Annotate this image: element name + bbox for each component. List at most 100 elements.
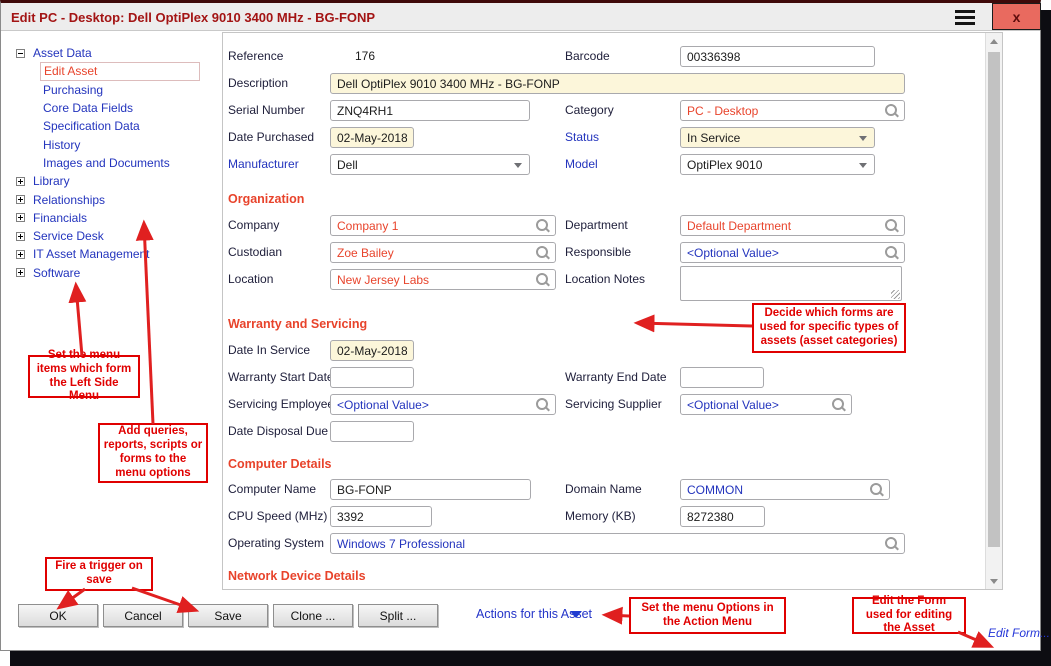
operating-system-lookup[interactable]: Windows 7 Professional — [330, 533, 905, 554]
chevron-down-icon[interactable] — [859, 136, 867, 141]
window-shadow-bottom — [10, 650, 1051, 666]
sidebar-item-service-desk[interactable]: Service Desk — [12, 227, 217, 245]
search-icon[interactable] — [885, 537, 899, 551]
responsible-lookup[interactable]: <Optional Value> — [680, 242, 905, 263]
servicing-supplier-lookup[interactable]: <Optional Value> — [680, 394, 852, 415]
clone-button[interactable]: Clone ... — [273, 604, 353, 627]
arrow-up-icon[interactable] — [986, 33, 1002, 49]
search-icon[interactable] — [536, 246, 550, 260]
sidebar-item-software[interactable]: Software — [12, 264, 217, 282]
resize-grip-icon[interactable] — [891, 290, 900, 299]
domain-name-label: Domain Name — [565, 482, 642, 496]
servicing-employee-lookup[interactable]: <Optional Value> — [330, 394, 556, 415]
model-dropdown[interactable]: OptiPlex 9010 — [680, 154, 875, 175]
barcode-input[interactable]: 00336398 — [680, 46, 875, 67]
cpu-speed-input[interactable]: 3392 — [330, 506, 432, 527]
close-button[interactable]: x — [992, 3, 1041, 30]
sidebar-item-it-asset-management[interactable]: IT Asset Management — [12, 245, 217, 263]
manufacturer-dropdown[interactable]: Dell — [330, 154, 530, 175]
triangle-down-icon[interactable] — [570, 611, 582, 618]
arrow-down-icon[interactable] — [986, 573, 1002, 589]
date-in-service-input[interactable]: 02-May-2018 — [330, 340, 414, 361]
domain-name-lookup[interactable]: COMMON — [680, 479, 890, 500]
search-icon[interactable] — [885, 219, 899, 233]
cpu-speed-label: CPU Speed (MHz) — [228, 509, 327, 523]
servicing-supplier-label: Servicing Supplier — [565, 397, 662, 411]
reference-value: 176 — [355, 49, 375, 63]
network-details-header: Network Device Details — [228, 569, 366, 583]
search-icon[interactable] — [536, 219, 550, 233]
search-icon[interactable] — [832, 398, 846, 412]
warranty-header: Warranty and Servicing — [228, 317, 367, 331]
chevron-down-icon[interactable] — [514, 163, 522, 168]
callout-add-queries: Add queries, reports, scripts or forms t… — [98, 423, 208, 483]
ok-button[interactable]: OK — [18, 604, 98, 627]
serial-number-input[interactable]: ZNQ4RH1 — [330, 100, 530, 121]
window-title: Edit PC - Desktop: Dell OptiPlex 9010 34… — [11, 10, 375, 25]
sidebar-item-images-and-documents[interactable]: Images and Documents — [40, 154, 200, 172]
split-button[interactable]: Split ... — [358, 604, 438, 627]
warranty-end-date-input[interactable] — [680, 367, 764, 388]
sidebar-item-relationships[interactable]: Relationships — [12, 190, 217, 208]
sidebar-item-history[interactable]: History — [40, 135, 200, 153]
warranty-end-date-label: Warranty End Date — [565, 370, 667, 384]
operating-system-label: Operating System — [228, 536, 324, 550]
plus-box-icon[interactable] — [16, 250, 25, 259]
date-in-service-label: Date In Service — [228, 343, 310, 357]
location-lookup[interactable]: New Jersey Labs — [330, 269, 556, 290]
date-disposal-due-input[interactable] — [330, 421, 414, 442]
category-label: Category — [565, 103, 614, 117]
sidebar-item-purchasing[interactable]: Purchasing — [40, 81, 200, 99]
plus-box-icon[interactable] — [16, 268, 25, 277]
sidebar-item-financials[interactable]: Financials — [12, 209, 217, 227]
custodian-lookup[interactable]: Zoe Bailey — [330, 242, 556, 263]
computer-details-header: Computer Details — [228, 457, 332, 471]
plus-box-icon[interactable] — [16, 177, 25, 186]
search-icon[interactable] — [885, 104, 899, 118]
screenshot-stage: Edit PC - Desktop: Dell OptiPlex 9010 34… — [0, 0, 1051, 666]
location-notes-label: Location Notes — [565, 272, 645, 286]
search-icon[interactable] — [536, 398, 550, 412]
window-shadow-right — [1040, 10, 1051, 666]
sidebar-item-asset-data[interactable]: Asset Data — [12, 44, 217, 62]
sidebar-item-core-data-fields[interactable]: Core Data Fields — [40, 99, 200, 117]
plus-box-icon[interactable] — [16, 232, 25, 241]
cancel-button[interactable]: Cancel — [103, 604, 183, 627]
sidebar-tree: Asset Data Edit Asset Purchasing Core Da… — [12, 44, 217, 282]
computer-name-label: Computer Name — [228, 482, 316, 496]
scrollbar-thumb[interactable] — [988, 52, 1000, 547]
warranty-start-date-label: Warranty Start Date — [228, 370, 334, 384]
computer-name-input[interactable]: BG-FONP — [330, 479, 531, 500]
plus-box-icon[interactable] — [16, 195, 25, 204]
memory-input[interactable]: 8272380 — [680, 506, 765, 527]
save-button[interactable]: Save — [188, 604, 268, 627]
sidebar-item-edit-asset[interactable]: Edit Asset — [40, 62, 200, 80]
search-icon[interactable] — [885, 246, 899, 260]
chevron-down-icon[interactable] — [859, 163, 867, 168]
callout-action-menu: Set the menu Options in the Action Menu — [629, 597, 786, 634]
date-purchased-input[interactable]: 02-May-2018 — [330, 127, 414, 148]
callout-edit-form: Edit the Form used for editing the Asset — [852, 597, 966, 634]
sidebar-item-specification-data[interactable]: Specification Data — [40, 117, 200, 135]
plus-box-icon[interactable] — [16, 213, 25, 222]
hamburger-icon[interactable] — [952, 9, 978, 26]
category-lookup[interactable]: PC - Desktop — [680, 100, 905, 121]
form-scrollbar[interactable] — [985, 33, 1002, 589]
close-icon: x — [1013, 9, 1021, 25]
minus-box-icon[interactable] — [16, 49, 25, 58]
company-lookup[interactable]: Company 1 — [330, 215, 556, 236]
search-icon[interactable] — [536, 273, 550, 287]
description-input[interactable]: Dell OptiPlex 9010 3400 MHz - BG-FONP — [330, 73, 905, 94]
location-label: Location — [228, 272, 273, 286]
date-purchased-label: Date Purchased — [228, 130, 314, 144]
sidebar-item-library[interactable]: Library — [12, 172, 217, 190]
edit-form-link[interactable]: Edit Form... — [988, 626, 1050, 640]
search-icon[interactable] — [870, 483, 884, 497]
date-disposal-due-label: Date Disposal Due — [228, 424, 328, 438]
department-lookup[interactable]: Default Department — [680, 215, 905, 236]
location-notes-textarea[interactable] — [680, 266, 902, 301]
description-label: Description — [228, 76, 288, 90]
manufacturer-label: Manufacturer — [228, 157, 299, 171]
status-dropdown[interactable]: In Service — [680, 127, 875, 148]
warranty-start-date-input[interactable] — [330, 367, 414, 388]
